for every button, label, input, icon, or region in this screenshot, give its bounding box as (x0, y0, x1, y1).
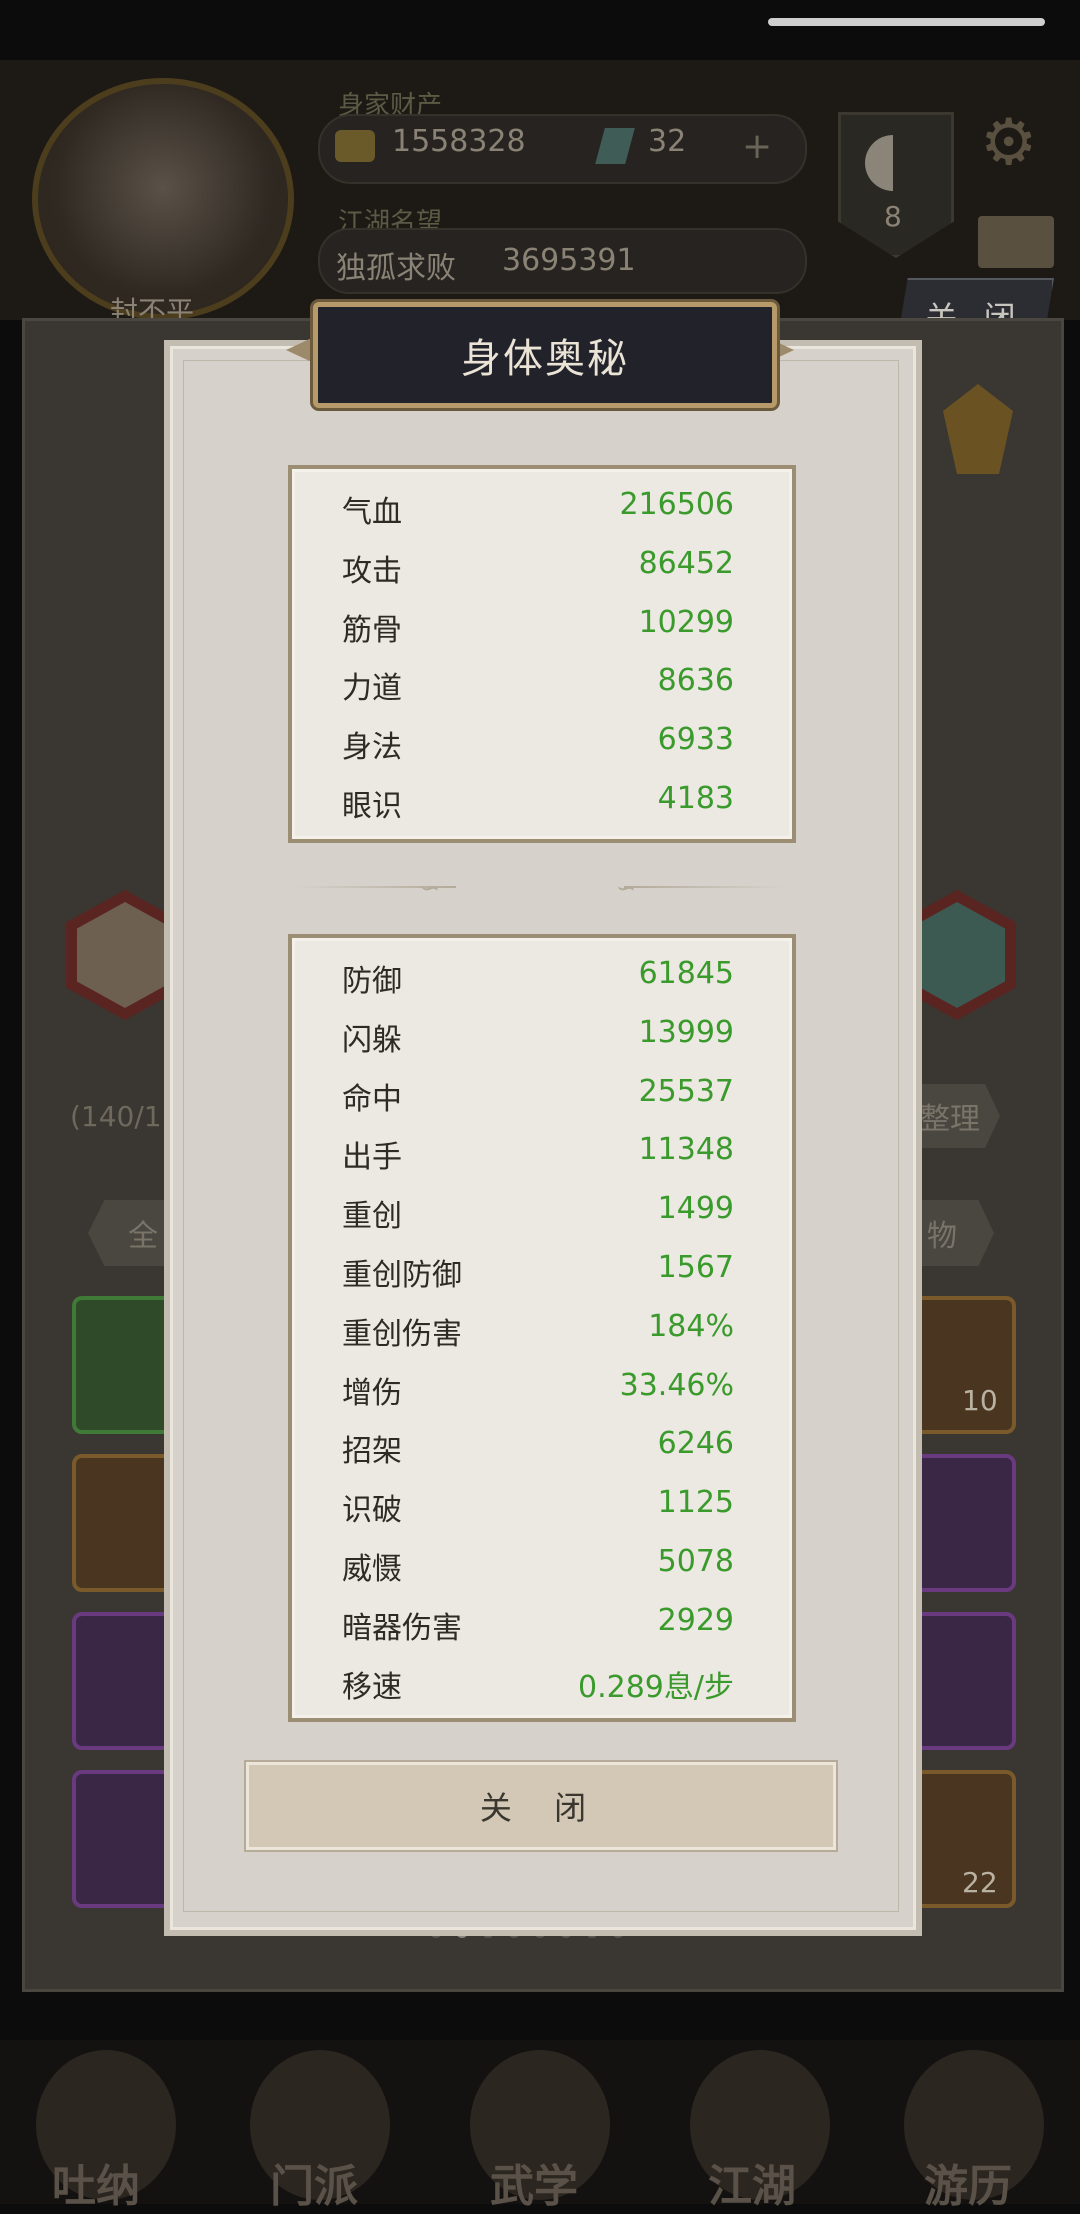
stat-label: 闪躲 (342, 1022, 402, 1058)
stat-label: 力道 (342, 671, 402, 707)
taiji-level: 8 (884, 200, 902, 233)
nav-label: 游历 (924, 2161, 1012, 2212)
stat-value: 86452 (638, 545, 734, 581)
stat-value: 1499 (657, 1191, 734, 1227)
modal-title: 身体奥秘 (461, 336, 629, 382)
gold-value: 1558328 (392, 124, 526, 159)
slot-count: 22 (962, 1866, 998, 1899)
stat-value: 25537 (638, 1073, 734, 1109)
stat-value: 184% (648, 1308, 734, 1344)
stat-value: 0.289息/步 (578, 1669, 734, 1705)
stat-value: 6933 (657, 722, 734, 758)
divider-ornament: ∽ (616, 874, 637, 902)
stat-value: 33.46% (619, 1367, 734, 1403)
nav-label: 吐纳 (52, 2161, 140, 2212)
stat-label: 增伤 (342, 1375, 402, 1411)
stat-label: 命中 (342, 1081, 402, 1117)
divider-ornament: ∽ (420, 874, 441, 902)
stat-label: 出手 (342, 1140, 402, 1176)
fame-title: 独孤求败 (336, 251, 456, 286)
stat-value: 10299 (638, 604, 734, 640)
stat-value: 13999 (638, 1014, 734, 1050)
stat-value: 6246 (657, 1426, 734, 1462)
stat-label: 气血 (342, 495, 402, 530)
stat-value: 4183 (657, 781, 734, 816)
nav-label: 江湖 (708, 2161, 796, 2212)
jade-value: 32 (648, 124, 687, 159)
stat-label: 重创 (342, 1199, 402, 1235)
stat-label: 攻击 (342, 553, 402, 589)
taiji-icon (865, 135, 921, 191)
close-button[interactable]: 关 闭 (246, 1762, 836, 1850)
nav-label: 武学 (490, 2161, 578, 2212)
gear-icon[interactable]: ⚙ (980, 106, 1037, 180)
inventory-count: (140/1 (70, 1100, 162, 1133)
stat-label: 重创防御 (342, 1258, 462, 1293)
home-indicator (768, 18, 1045, 26)
stat-label: 重创伤害 (342, 1316, 462, 1352)
stat-value: 216506 (619, 487, 734, 522)
stat-label: 眼识 (342, 789, 402, 824)
nav-label: 门派 (270, 2161, 358, 2212)
stat-value: 61845 (638, 956, 734, 991)
add-currency-button[interactable]: + (742, 126, 772, 167)
gold-ingot-icon (335, 130, 375, 162)
stat-value: 1125 (657, 1485, 734, 1521)
stat-value: 1567 (657, 1250, 734, 1285)
stat-value: 8636 (657, 663, 734, 699)
fame-value: 3695391 (502, 243, 636, 278)
mail-icon[interactable] (978, 216, 1054, 268)
slot-count: 10 (962, 1384, 998, 1417)
stat-value: 2929 (657, 1602, 734, 1638)
divider (624, 886, 784, 888)
stat-label: 招架 (342, 1434, 402, 1470)
stat-value: 5078 (657, 1544, 734, 1579)
stat-label: 筋骨 (342, 612, 402, 648)
stat-label: 身法 (342, 730, 402, 766)
stat-value: 11348 (638, 1132, 734, 1168)
stat-label: 威慑 (342, 1552, 402, 1587)
stat-label: 移速 (342, 1669, 402, 1705)
stat-label: 暗器伤害 (342, 1610, 462, 1646)
stat-label: 识破 (342, 1493, 402, 1529)
player-avatar[interactable] (32, 78, 294, 320)
stat-label: 防御 (342, 964, 402, 999)
